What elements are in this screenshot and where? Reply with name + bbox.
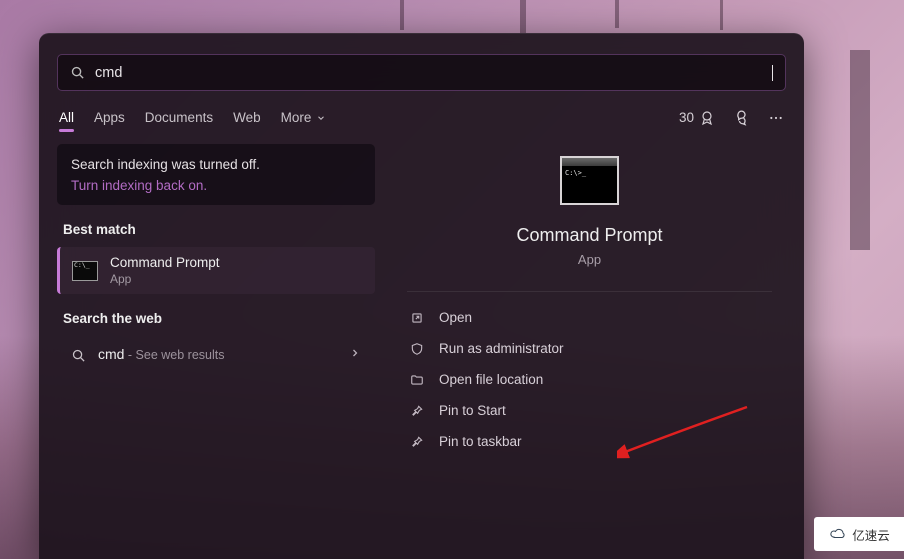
more-options-button[interactable]: [768, 110, 784, 126]
filter-tabs: All Apps Documents Web More 30: [57, 109, 786, 136]
web-suffix: - See web results: [124, 348, 224, 362]
preview-subtitle: App: [578, 252, 601, 267]
tab-web[interactable]: Web: [233, 110, 261, 135]
cloud-icon: [828, 527, 848, 541]
rewards-badge-icon: [699, 110, 715, 126]
search-panel: cmd All Apps Documents Web More 30: [39, 33, 804, 559]
search-web-heading: Search the web: [63, 311, 375, 326]
pin-icon: [409, 404, 425, 418]
notice-message: Search indexing was turned off.: [71, 157, 361, 172]
preview-actions: Open Run as administrator Open file loca…: [393, 298, 786, 461]
indexing-notice: Search indexing was turned off. Turn ind…: [57, 144, 375, 205]
web-query: cmd: [98, 346, 124, 362]
notice-link[interactable]: Turn indexing back on.: [71, 178, 361, 193]
action-pin-to-taskbar[interactable]: Pin to taskbar: [403, 426, 776, 457]
results-column: Search indexing was turned off. Turn ind…: [57, 144, 375, 461]
preview-column: Command Prompt App Open Run as administr…: [393, 144, 786, 461]
wallpaper-detail: [850, 50, 870, 250]
search-box[interactable]: cmd: [57, 54, 786, 91]
chevron-down-icon: [316, 113, 326, 123]
tab-more[interactable]: More: [281, 110, 327, 135]
action-run-as-admin[interactable]: Run as administrator: [403, 333, 776, 364]
pin-icon: [409, 435, 425, 449]
action-open[interactable]: Open: [403, 302, 776, 333]
result-subtitle: App: [110, 272, 220, 286]
open-icon: [409, 311, 425, 325]
wallpaper-detail: [400, 0, 404, 30]
chevron-right-icon: [349, 346, 361, 364]
watermark: 亿速云: [814, 517, 904, 551]
text-cursor: [772, 65, 773, 81]
search-icon: [70, 65, 85, 80]
search-icon: [71, 348, 86, 363]
tab-documents[interactable]: Documents: [145, 110, 213, 135]
best-match-result[interactable]: Command Prompt App: [57, 247, 375, 294]
action-label: Open file location: [439, 372, 543, 387]
folder-icon: [409, 373, 425, 387]
wallpaper-detail: [720, 0, 723, 30]
tab-apps[interactable]: Apps: [94, 110, 125, 135]
action-open-file-location[interactable]: Open file location: [403, 364, 776, 395]
ellipsis-icon: [768, 110, 784, 126]
tab-more-label: More: [281, 110, 312, 125]
rewards-button[interactable]: 30: [679, 110, 715, 126]
rewards-points: 30: [679, 110, 694, 125]
chat-bubbles-icon: [733, 109, 750, 126]
account-chat-button[interactable]: [733, 109, 750, 126]
wallpaper-detail: [520, 0, 526, 33]
watermark-text: 亿速云: [852, 525, 890, 544]
divider: [407, 291, 772, 292]
web-result[interactable]: cmd - See web results: [57, 336, 375, 374]
action-label: Open: [439, 310, 472, 325]
best-match-heading: Best match: [63, 222, 375, 237]
action-pin-to-start[interactable]: Pin to Start: [403, 395, 776, 426]
result-title: Command Prompt: [110, 255, 220, 270]
action-label: Run as administrator: [439, 341, 564, 356]
shield-icon: [409, 342, 425, 356]
wallpaper-detail: [615, 0, 619, 28]
command-prompt-icon: [72, 261, 98, 281]
preview-app-icon: [560, 156, 619, 205]
tab-all[interactable]: All: [59, 110, 74, 135]
action-label: Pin to Start: [439, 403, 506, 418]
preview-title: Command Prompt: [516, 225, 662, 246]
action-label: Pin to taskbar: [439, 434, 522, 449]
search-input[interactable]: cmd: [95, 65, 762, 81]
